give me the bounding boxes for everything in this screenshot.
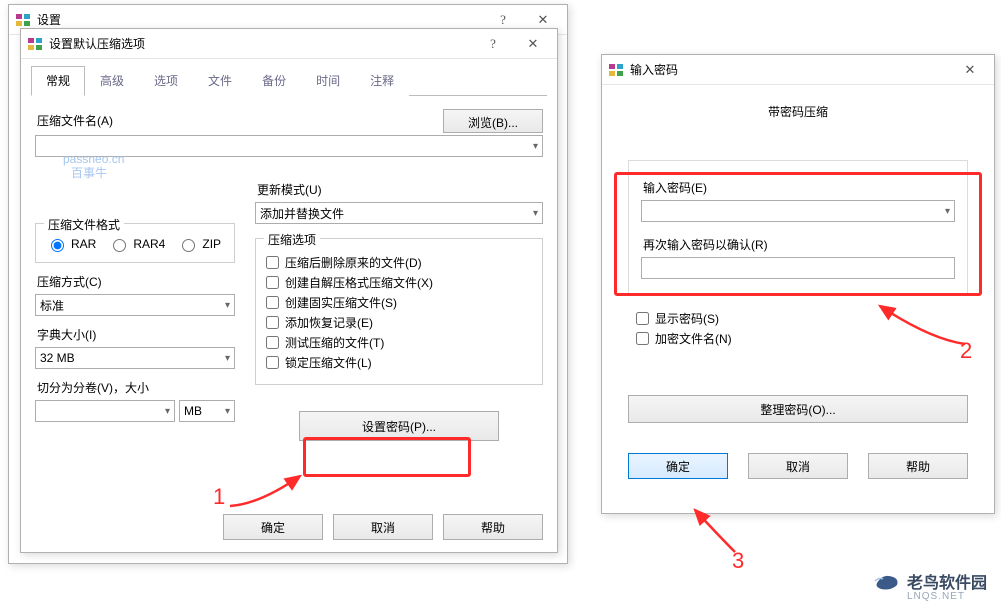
watermark: passneo.cn 百事牛 — [63, 152, 124, 181]
chevron-down-icon: ▾ — [533, 141, 538, 152]
left-column: 压缩文件格式 RAR RAR4 ZIP 压缩方式(C) 标准 ▾ 字典大小(I)… — [35, 177, 235, 441]
options-legend: 压缩选项 — [264, 231, 320, 248]
ok-button[interactable]: 确定 — [628, 453, 728, 479]
enter-password-label: 输入密码(E) — [643, 179, 955, 196]
app-icon — [15, 12, 31, 28]
dialog2-title: 输入密码 — [630, 61, 950, 78]
watermark-line2: 百事牛 — [71, 166, 124, 180]
opt-delete-after[interactable]: 压缩后删除原来的文件(D) — [266, 254, 532, 271]
format-legend: 压缩文件格式 — [44, 216, 124, 233]
cancel-button[interactable]: 取消 — [333, 514, 433, 540]
tab-comment[interactable]: 注释 — [355, 66, 409, 96]
radio-rar-input[interactable] — [51, 239, 64, 252]
chevron-down-icon: ▾ — [225, 353, 230, 364]
help-button[interactable]: ? — [473, 30, 513, 58]
dialog1-title: 设置默认压缩选项 — [49, 35, 473, 52]
footer-logo: 老鸟软件园 LNQS.NET — [873, 569, 987, 602]
opt-sfx[interactable]: 创建自解压格式压缩文件(X) — [266, 274, 532, 291]
app-icon — [27, 36, 43, 52]
tab-general[interactable]: 常规 — [31, 66, 85, 96]
update-mode-label: 更新模式(U) — [257, 181, 543, 198]
tab-files[interactable]: 文件 — [193, 66, 247, 96]
watermark-line1: passneo.cn — [63, 152, 124, 166]
tab-advanced[interactable]: 高级 — [85, 66, 139, 96]
archive-name-label: 压缩文件名(A) — [37, 112, 437, 129]
tab-time[interactable]: 时间 — [301, 66, 355, 96]
set-password-button[interactable]: 设置密码(P)... — [299, 411, 499, 441]
tab-backup[interactable]: 备份 — [247, 66, 301, 96]
format-groupbox: 压缩文件格式 RAR RAR4 ZIP — [35, 223, 235, 263]
password-input[interactable]: ▾ — [641, 200, 955, 222]
method-select[interactable]: 标准 ▾ — [35, 294, 235, 316]
split-size-input[interactable]: ▾ — [35, 400, 175, 422]
default-compression-dialog: 设置默认压缩选项 ? ✕ 常规 高级 选项 文件 备份 时间 注释 压缩文件名(… — [20, 28, 558, 553]
cancel-button[interactable]: 取消 — [748, 453, 848, 479]
opt-recovery[interactable]: 添加恢复记录(E) — [266, 314, 532, 331]
chevron-down-icon: ▾ — [225, 406, 230, 417]
organize-passwords-button[interactable]: 整理密码(O)... — [628, 395, 968, 423]
settings-title: 设置 — [37, 11, 483, 28]
dialog2-heading: 带密码压缩 — [602, 85, 994, 128]
chevron-down-icon: ▾ — [945, 206, 950, 217]
ok-button[interactable]: 确定 — [223, 514, 323, 540]
opt-test[interactable]: 测试压缩的文件(T) — [266, 334, 532, 351]
tab-strip: 常规 高级 选项 文件 备份 时间 注释 — [31, 65, 547, 96]
right-column: 更新模式(U) 添加并替换文件 ▾ 压缩选项 压缩后删除原来的文件(D) 创建自… — [255, 177, 543, 441]
app-icon — [608, 62, 624, 78]
footer-sub: LNQS.NET — [907, 591, 987, 602]
password-group: 输入密码(E) ▾ 再次输入密码以确认(R) — [628, 160, 968, 296]
dialog2-body: 输入密码(E) ▾ 再次输入密码以确认(R) 显示密码(S) 加密文件名(N) … — [602, 128, 994, 493]
dialog1-body: 压缩文件名(A) 浏览(B)... ▾ passneo.cn 百事牛 压缩文件格… — [21, 96, 557, 455]
method-label: 压缩方式(C) — [37, 273, 235, 290]
radio-zip-input[interactable] — [182, 239, 195, 252]
options-groupbox: 压缩选项 压缩后删除原来的文件(D) 创建自解压格式压缩文件(X) 创建固实压缩… — [255, 238, 543, 385]
dict-select[interactable]: 32 MB ▾ — [35, 347, 235, 369]
dialog1-titlebar: 设置默认压缩选项 ? ✕ — [21, 29, 557, 59]
radio-rar4[interactable]: RAR4 — [108, 236, 165, 252]
browse-button[interactable]: 浏览(B)... — [443, 109, 543, 133]
reenter-password-label: 再次输入密码以确认(R) — [643, 236, 955, 253]
dict-label: 字典大小(I) — [37, 326, 235, 343]
radio-zip[interactable]: ZIP — [177, 236, 221, 252]
chevron-down-icon: ▾ — [225, 300, 230, 311]
password-confirm-input[interactable] — [641, 257, 955, 279]
split-unit-select[interactable]: MB ▾ — [179, 400, 235, 422]
footer-name: 老鸟软件园 — [907, 575, 987, 592]
opt-lock[interactable]: 锁定压缩文件(L) — [266, 354, 532, 371]
close-button[interactable]: ✕ — [513, 30, 553, 58]
encrypt-filenames-checkbox[interactable]: 加密文件名(N) — [636, 330, 968, 347]
help-button[interactable]: 帮助 — [443, 514, 543, 540]
chevron-down-icon: ▾ — [165, 406, 170, 417]
bird-icon — [873, 571, 901, 600]
split-label: 切分为分卷(V)，大小 — [37, 379, 235, 396]
opt-solid[interactable]: 创建固实压缩文件(S) — [266, 294, 532, 311]
password-dialog: 输入密码 ✕ 带密码压缩 输入密码(E) ▾ 再次输入密码以确认(R) 显示密码… — [601, 54, 995, 514]
close-button[interactable]: ✕ — [950, 56, 990, 84]
annotation-number-3: 3 — [732, 548, 744, 574]
chevron-down-icon: ▾ — [533, 208, 538, 219]
update-mode-select[interactable]: 添加并替换文件 ▾ — [255, 202, 543, 224]
radio-rar4-input[interactable] — [113, 239, 126, 252]
show-password-checkbox[interactable]: 显示密码(S) — [636, 310, 968, 327]
help-button[interactable]: 帮助 — [868, 453, 968, 479]
dialog2-titlebar: 输入密码 ✕ — [602, 55, 994, 85]
tab-options[interactable]: 选项 — [139, 66, 193, 96]
radio-rar[interactable]: RAR — [46, 236, 96, 252]
